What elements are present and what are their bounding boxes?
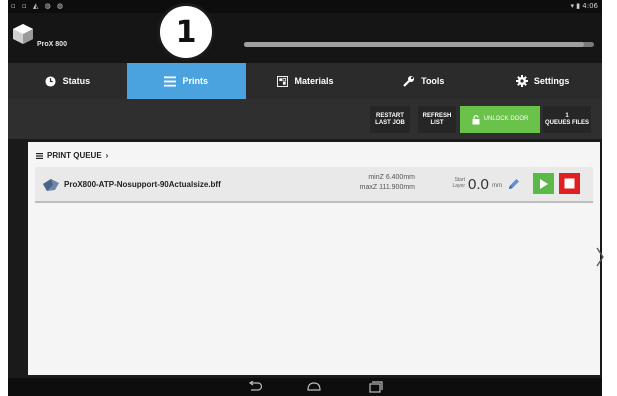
part-model-icon (43, 179, 59, 191)
tab-label: Tools (421, 76, 445, 86)
button-label: REFRESH (422, 112, 452, 119)
print-queue-header[interactable]: PRINT QUEUE › (36, 151, 108, 160)
job-file-name: ProX800-ATP-Nosupport-90Actualsize.bff (64, 180, 221, 189)
stop-icon (564, 178, 575, 189)
pencil-icon[interactable] (507, 177, 521, 191)
tab-label: Status (62, 76, 91, 86)
remove-job-button[interactable] (559, 173, 580, 194)
gear-icon (515, 75, 528, 87)
wrench-icon (403, 75, 415, 87)
button-label: LAST JOB (375, 119, 405, 126)
min-z-value: minZ 6.400mm (368, 174, 415, 181)
button-label: LIST (430, 119, 444, 126)
printer-model-label: ProX 800 (37, 41, 67, 48)
home-icon[interactable] (306, 381, 322, 393)
tablet-screen: ▫ ▫ ◭ ◍ ◍ ▾ ▮ 4:06 ProX 800 1 Status Pri… (8, 0, 602, 396)
start-layer-label: Start Layer (445, 177, 465, 189)
system-status-right: ▾ ▮ 4:06 (570, 2, 598, 10)
tab-prints[interactable]: Prints (126, 63, 246, 99)
tab-settings[interactable]: Settings (483, 63, 602, 99)
tab-label: Prints (182, 76, 208, 86)
notification-icons: ▫ ▫ ◭ ◍ ◍ (11, 2, 65, 10)
materials-icon (276, 75, 288, 87)
clock-icon (45, 75, 57, 87)
menu-icon (36, 152, 43, 159)
printer-logo-icon (13, 24, 33, 44)
unlock-door-button[interactable]: UNLOCK DOOR (460, 106, 540, 133)
tab-status[interactable]: Status (8, 63, 127, 99)
step-number-badge: 1 (157, 3, 215, 61)
android-navigation-bar (8, 378, 602, 396)
print-queue-title: PRINT QUEUE (47, 151, 102, 160)
button-label: RESTART (376, 112, 404, 119)
z-range-info: minZ 6.400mm maxZ 111.900mm (341, 173, 415, 193)
start-print-button[interactable] (533, 173, 554, 194)
main-tabs: Status Prints Materials Tools Settings (8, 63, 602, 99)
queue-count: 1 (565, 112, 569, 119)
tab-tools[interactable]: Tools (364, 63, 483, 99)
job-progress-bar (244, 42, 594, 47)
app-header: ProX 800 (8, 13, 602, 63)
system-status-bar: ▫ ▫ ◭ ◍ ◍ ▾ ▮ 4:06 (8, 0, 602, 13)
start-layer-unit: mm (492, 183, 502, 189)
refresh-list-button[interactable]: REFRESH LIST (418, 106, 456, 133)
tab-label: Materials (294, 76, 334, 86)
queue-count-label: QUEUES FILES (544, 119, 589, 126)
button-label: UNLOCK DOOR (483, 116, 529, 122)
start-layer-label-line2: Layer (452, 183, 465, 189)
tab-materials[interactable]: Materials (246, 63, 365, 99)
tab-label: Settings (533, 76, 570, 86)
queued-files-counter[interactable]: 1 QUEUES FILES (543, 106, 591, 133)
start-layer-value: 0.0 (468, 176, 489, 193)
queue-job-row[interactable]: ProX800-ATP-Nosupport-90Actualsize.bff m… (35, 167, 593, 203)
job-progress-fill (244, 42, 584, 47)
lock-icon (472, 114, 480, 124)
action-toolbar: RESTART LAST JOB REFRESH LIST UNLOCK DOOR … (8, 99, 602, 139)
chevron-right-icon[interactable] (596, 247, 604, 267)
list-icon (164, 75, 177, 87)
restart-last-job-button[interactable]: RESTART LAST JOB (370, 106, 410, 133)
play-icon (539, 178, 548, 189)
print-queue-panel: PRINT QUEUE › ProX800-ATP-Nosupport-90Ac… (28, 142, 600, 375)
max-z-value: maxZ 111.900mm (359, 184, 415, 191)
chevron-right-icon: › (105, 151, 109, 160)
back-icon[interactable] (247, 381, 263, 393)
recent-apps-icon[interactable] (367, 381, 383, 393)
